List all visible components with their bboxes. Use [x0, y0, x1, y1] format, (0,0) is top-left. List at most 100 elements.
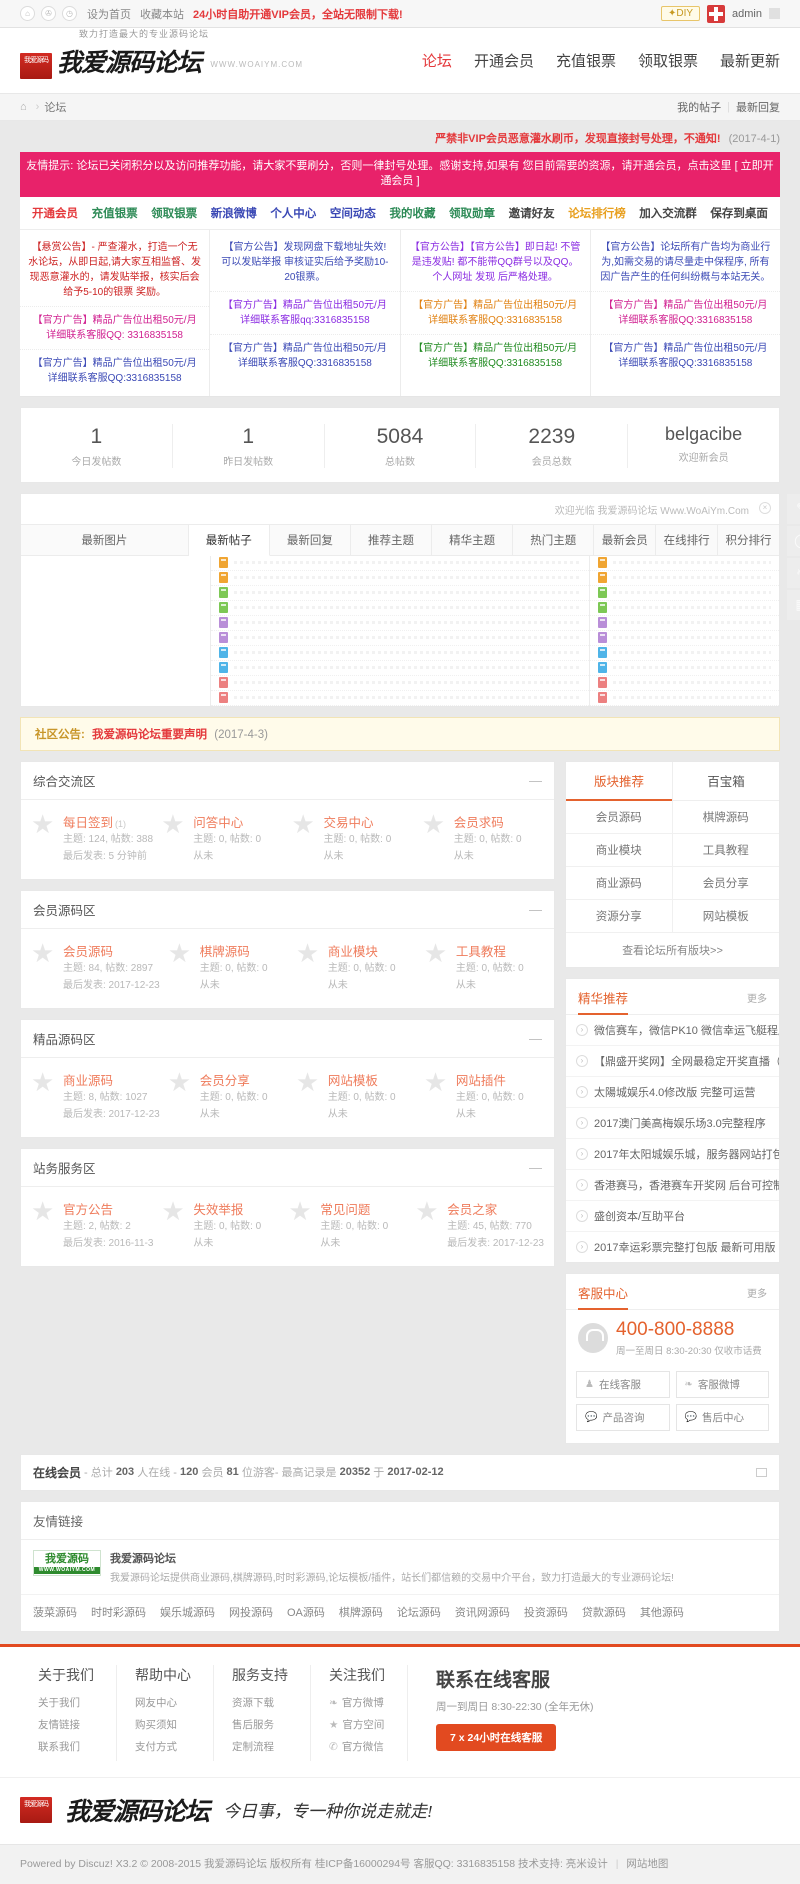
tab-2[interactable]: 最新回复 [270, 525, 351, 555]
forum-item[interactable]: ★常见问题主题: 0, 帖数: 0从未 [284, 1199, 411, 1252]
essence-item[interactable]: ›【鼎盛开奖网】全网最稳定开奖直播（北京 [566, 1046, 779, 1077]
forum-item[interactable]: ★交易中心主题: 0, 帖数: 0从未 [288, 812, 418, 865]
forum-item[interactable]: ★官方公告主题: 2, 帖数: 2最后发表: 2016-11-3 [27, 1199, 157, 1252]
nav-item-open-member[interactable]: 开通会员 [474, 50, 534, 71]
service-more-link[interactable]: 更多 [747, 1285, 767, 1300]
collapse-icon[interactable] [756, 1468, 767, 1477]
forum-item[interactable]: ★每日签到(1)主题: 124, 帖数: 388最后发表: 5 分钟前 [27, 812, 157, 865]
post-list-row[interactable] [211, 631, 589, 646]
member-list-row[interactable] [590, 571, 779, 586]
essence-item[interactable]: ›2017年太阳城娱乐城，服务器网站打包版 [566, 1139, 779, 1170]
tab-7[interactable]: 在线排行 [656, 525, 718, 555]
tab-8[interactable]: 积分排行 [718, 525, 779, 555]
quicknav-item-11[interactable]: 保存到桌面 [710, 205, 768, 221]
my-posts-link[interactable]: 我的帖子 [677, 99, 721, 115]
friend-link-9[interactable]: 贷款源码 [582, 1604, 626, 1620]
comment-icon[interactable]: ◯ [787, 526, 800, 556]
forum-name[interactable]: 会员之家 [447, 1203, 497, 1217]
friend-link-8[interactable]: 投资源码 [524, 1604, 568, 1620]
forum-section-title[interactable]: 综合交流区 [33, 771, 96, 790]
post-list-row[interactable] [211, 646, 589, 661]
post-list-row[interactable] [211, 556, 589, 571]
minus-icon[interactable]: — [529, 1031, 542, 1046]
forum-item[interactable]: ★网站模板主题: 0, 帖数: 0从未 [292, 1070, 420, 1123]
forum-name[interactable]: 网站模板 [328, 1074, 378, 1088]
forum-name[interactable]: 工具教程 [456, 945, 506, 959]
forum-name[interactable]: 交易中心 [324, 816, 374, 830]
service-button[interactable]: 💬售后中心 [676, 1404, 770, 1431]
forum-name[interactable]: 商业源码 [63, 1074, 113, 1088]
footer-link[interactable]: ✆官方微信 [329, 1739, 385, 1754]
notice-cell[interactable]: 【官方广告】精品广告位出租50元/月详细联系客服QQ:3316835158 [20, 350, 209, 392]
essence-item[interactable]: ›2017幸运彩票完整打包版 最新可用版 [566, 1232, 779, 1262]
recommend-board-3[interactable]: 工具教程 [673, 834, 780, 867]
tab-6[interactable]: 最新会员 [594, 525, 656, 555]
essence-item[interactable]: ›香港赛马，香港赛车开奖网 后台可控制 [566, 1170, 779, 1201]
footer-link[interactable]: 友情链接 [38, 1717, 94, 1732]
member-list-row[interactable] [590, 646, 779, 661]
minus-icon[interactable]: — [529, 902, 542, 917]
forum-name[interactable]: 每日签到(1) [63, 816, 126, 830]
essence-item[interactable]: ›盛创资本/互助平台 [566, 1201, 779, 1232]
diy-button[interactable]: ✦DIY [661, 6, 700, 21]
forum-section-title[interactable]: 精品源码区 [33, 1029, 96, 1048]
post-list-row[interactable] [211, 691, 589, 706]
notice-cell[interactable]: 【悬赏公告】- 严查灌水，打造一个无水论坛，从即日起,请大家互相监督、发现恶意灌… [20, 234, 209, 307]
post-list-row[interactable] [211, 661, 589, 676]
link-icon[interactable]: ✇ [41, 6, 56, 21]
recommend-board-4[interactable]: 商业源码 [566, 867, 673, 900]
forum-item[interactable]: ★问答中心主题: 0, 帖数: 0从未 [157, 812, 287, 865]
close-icon[interactable]: × [759, 502, 771, 514]
notice-cell[interactable]: 【官方广告】精品广告位出租50元/月详细联系客服QQ:3316835158 [210, 335, 399, 377]
member-list-row[interactable] [590, 691, 779, 706]
quicknav-item-10[interactable]: 加入交流群 [639, 205, 697, 221]
recommend-board-6[interactable]: 资源分享 [566, 900, 673, 933]
forum-name[interactable]: 会员求码 [454, 816, 504, 830]
quicknav-item-1[interactable]: 充值银票 [92, 205, 138, 221]
post-list-row[interactable] [211, 616, 589, 631]
forum-item[interactable]: ★失效举报主题: 0, 帖数: 0从未 [157, 1199, 284, 1252]
member-list-row[interactable] [590, 616, 779, 631]
friend-link-6[interactable]: 论坛源码 [397, 1604, 441, 1620]
notice-cell[interactable]: 【官方公告】发现网盘下载地址失效! 可以发贴举报 审核证实后给予奖励10-20银… [210, 234, 399, 292]
topbar-extra-icon[interactable] [769, 8, 780, 19]
site-logo[interactable]: 我爱源码 致力打造最大的专业源码论坛 我爱源码论坛 WWW.WOAIYM.COM [20, 43, 303, 79]
footer-link[interactable]: 定制流程 [232, 1739, 288, 1754]
friend-link-2[interactable]: 娱乐城源码 [160, 1604, 215, 1620]
set-homepage-link[interactable]: 设为首页 [87, 6, 131, 22]
wechat-icon[interactable]: ❧ [787, 558, 800, 588]
forum-item[interactable]: ★会员之家主题: 45, 帖数: 770最后发表: 2017-12-23 [411, 1199, 548, 1252]
footer-link[interactable]: 购买须知 [135, 1717, 191, 1732]
tip-ribbon[interactable]: 友情提示: 论坛已关闭积分以及访问推荐功能，请大家不要刷分，否则一律封号处理。感… [20, 152, 780, 197]
forum-name[interactable]: 会员分享 [200, 1074, 250, 1088]
quicknav-item-0[interactable]: 开通会员 [32, 205, 78, 221]
essence-more-link[interactable]: 更多 [747, 990, 767, 1005]
service-button[interactable]: ❧客服微博 [676, 1371, 770, 1398]
community-announcement[interactable]: 社区公告: 我爱源码论坛重要声明 (2017-4-3) [20, 717, 780, 751]
post-list-row[interactable] [211, 586, 589, 601]
forum-name[interactable]: 失效举报 [193, 1203, 243, 1217]
nav-item-claim[interactable]: 领取银票 [638, 50, 698, 71]
forum-item[interactable]: ★会员源码主题: 84, 帖数: 2897最后发表: 2017-12-23 [27, 941, 164, 994]
nav-item-forum[interactable]: 论坛 [422, 50, 452, 71]
home-icon[interactable]: ⌂ [20, 101, 27, 113]
friend-link-0[interactable]: 菠菜源码 [33, 1604, 77, 1620]
tab-board-recommend[interactable]: 版块推荐 [566, 762, 672, 801]
recommend-board-0[interactable]: 会员源码 [566, 801, 673, 834]
qrcode-icon[interactable]: ▦ [787, 590, 800, 620]
essence-item[interactable]: ›微信赛车，微信PK10 微信幸运飞艇程序 [566, 1015, 779, 1046]
essence-item[interactable]: ›2017澳门美高梅娱乐场3.0完整程序 [566, 1108, 779, 1139]
member-list-row[interactable] [590, 631, 779, 646]
member-list-row[interactable] [590, 586, 779, 601]
sitemap-link[interactable]: 网站地图 [626, 1858, 668, 1870]
footer-cta-button[interactable]: 7 x 24小时在线客服 [436, 1724, 556, 1751]
recommend-board-2[interactable]: 商业模块 [566, 834, 673, 867]
tab-0[interactable]: 最新图片 [21, 525, 189, 555]
tab-4[interactable]: 精华主题 [432, 525, 513, 555]
member-list-row[interactable] [590, 556, 779, 571]
quicknav-item-6[interactable]: 我的收藏 [389, 205, 435, 221]
forum-name[interactable]: 棋牌源码 [200, 945, 250, 959]
forum-name[interactable]: 会员源码 [63, 945, 113, 959]
footer-link[interactable]: 资源下载 [232, 1695, 288, 1710]
footer-link[interactable]: 支付方式 [135, 1739, 191, 1754]
